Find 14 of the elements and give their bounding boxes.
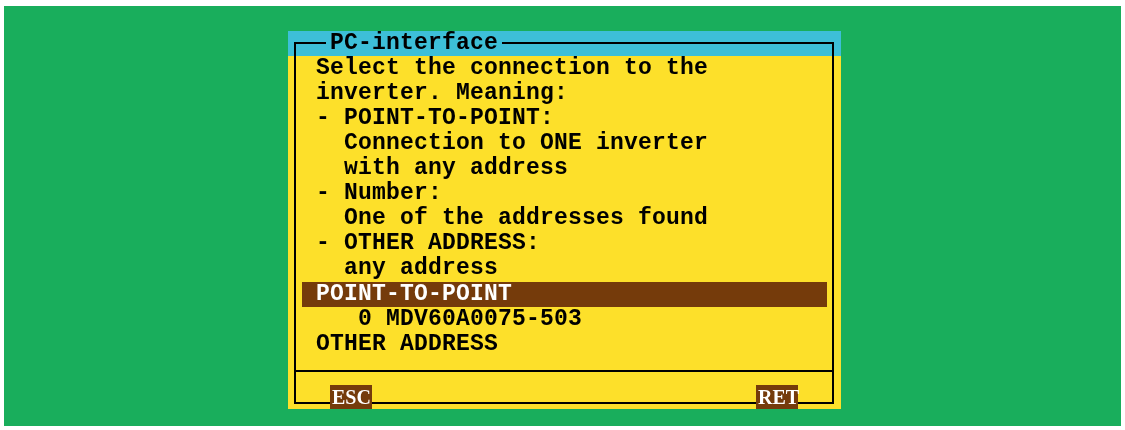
help-text: - POINT-TO-POINT: (316, 106, 555, 131)
key-button[interactable]: ESC (330, 385, 372, 409)
help-text: Connection to ONE inverter (344, 131, 709, 156)
option-item[interactable]: 0 MDV60A0075-503 (302, 307, 827, 332)
help-text: One of the addresses found (344, 206, 709, 231)
option-item[interactable]: OTHER ADDRESS (302, 332, 827, 357)
help-text: with any address (344, 156, 569, 181)
window-title: PC-interface (330, 31, 499, 56)
help-text: - OTHER ADDRESS: (316, 231, 541, 256)
help-text: Select the connection to the (316, 56, 709, 81)
help-text: - Number: (316, 181, 443, 206)
help-text: any address (344, 256, 499, 281)
help-text: inverter. Meaning: (316, 81, 569, 106)
option-item[interactable]: POINT-TO-POINT (302, 282, 827, 307)
